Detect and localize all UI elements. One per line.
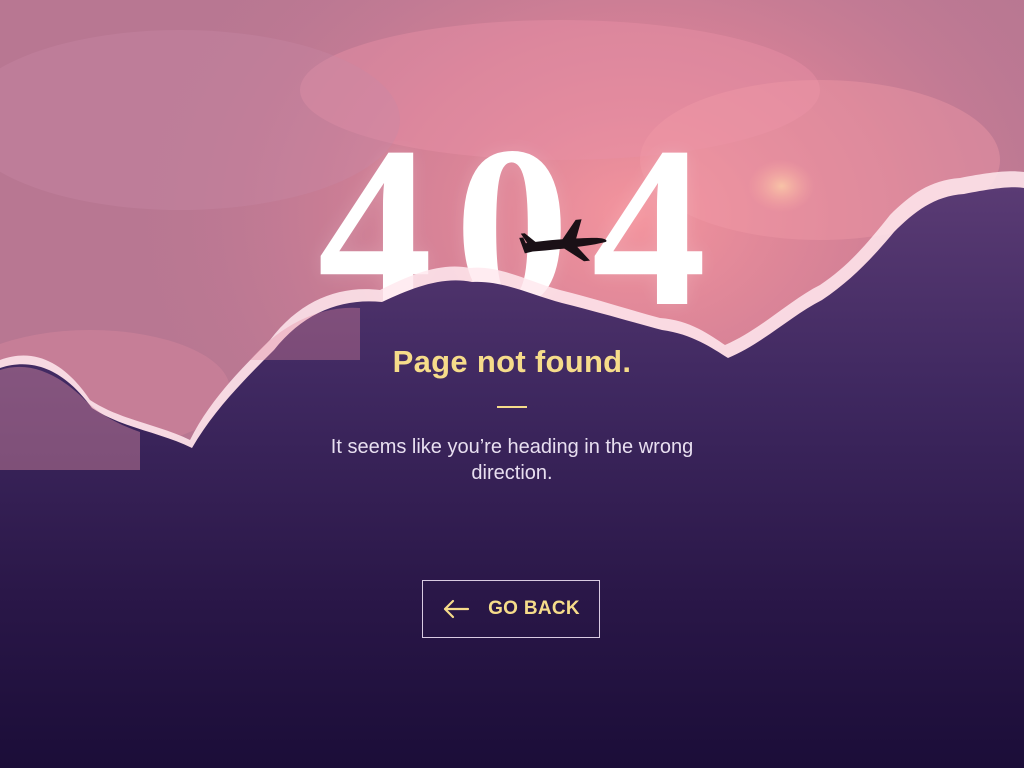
title-divider (497, 406, 527, 408)
error-content: Page not found. It seems like you’re hea… (0, 0, 1024, 768)
page-title: Page not found. (392, 344, 632, 379)
error-message: It seems like you’re heading in the wron… (330, 436, 694, 484)
go-back-label: GO BACK (488, 598, 580, 619)
go-back-button[interactable]: GO BACK (422, 580, 600, 638)
arrow-left-icon (443, 599, 470, 619)
